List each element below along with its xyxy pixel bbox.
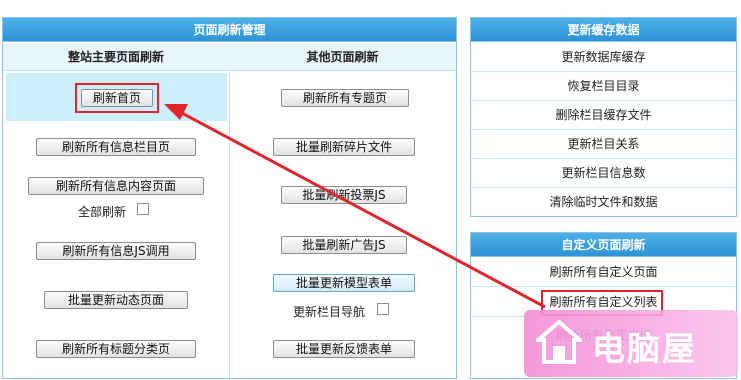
watermark-text: 电脑屋 xyxy=(592,329,697,368)
house-logo-icon xyxy=(536,320,582,364)
watermark-badge: 电脑屋 xyxy=(524,310,738,377)
